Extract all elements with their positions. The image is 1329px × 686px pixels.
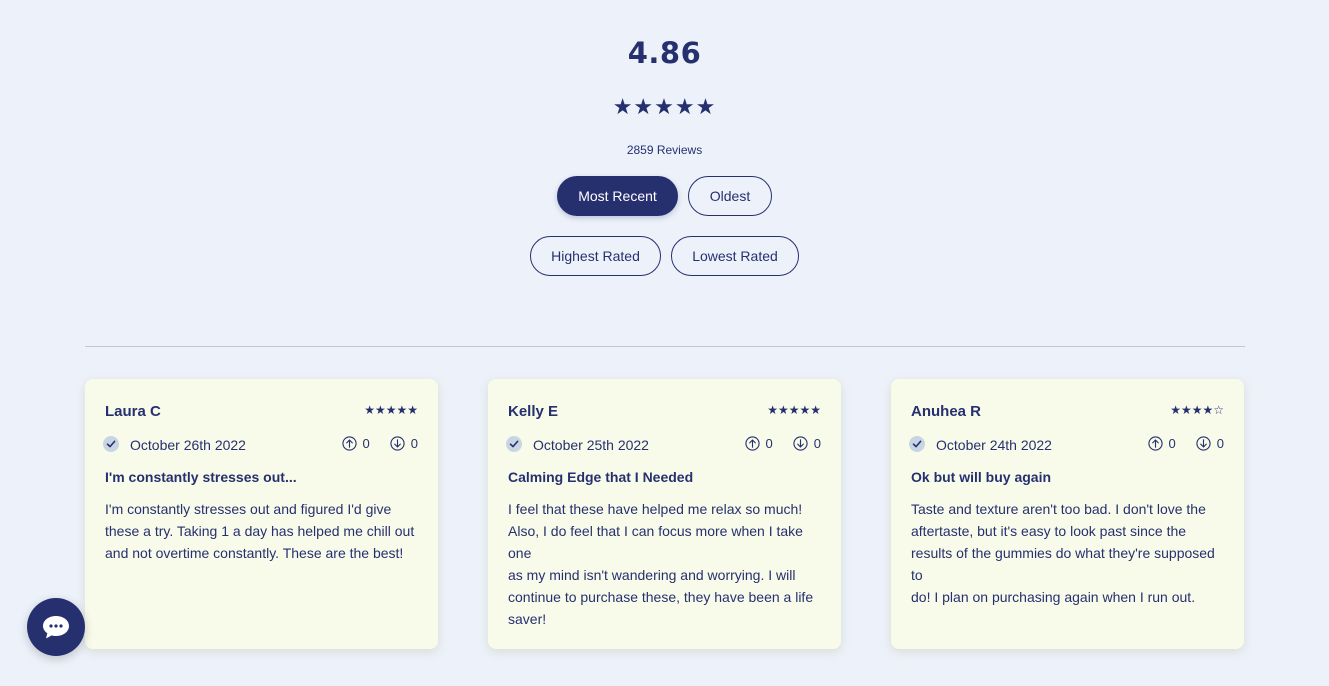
upvote-count: 0 (765, 436, 773, 451)
sort-oldest-button[interactable]: Oldest (688, 176, 772, 216)
review-title: I'm constantly stresses out... (105, 469, 297, 485)
sort-lowest-rated-button[interactable]: Lowest Rated (671, 236, 799, 276)
review-date: October 26th 2022 (130, 437, 246, 453)
downvote-button[interactable]: 0 (390, 436, 418, 451)
review-title: Ok but will buy again (911, 469, 1052, 485)
review-count: 2859 Reviews (626, 143, 703, 157)
review-paragraph: I feel that these have helped me relax s… (508, 501, 803, 561)
section-divider (85, 346, 1245, 347)
review-paragraph: as my mind isn't wandering and worrying.… (508, 567, 814, 627)
downvote-count: 0 (410, 436, 418, 451)
upvote-button[interactable]: 0 (744, 436, 773, 451)
average-rating: 4.86 (627, 36, 702, 70)
upvote-button[interactable]: 0 (1147, 436, 1176, 451)
review-votes: 0 0 (744, 436, 821, 451)
review-votes: 0 0 (341, 436, 418, 451)
review-body: I'm constantly stresses out and figured … (105, 498, 423, 564)
average-stars: ★★★★★ (612, 95, 717, 120)
downvote-count: 0 (1216, 436, 1224, 451)
review-votes: 0 0 (1147, 436, 1224, 451)
review-date: October 24th 2022 (936, 437, 1052, 453)
review-date: October 25th 2022 (533, 437, 649, 453)
chat-button[interactable] (27, 598, 85, 656)
review-stars: ★★★★☆ (1170, 403, 1224, 417)
sort-most-recent-button[interactable]: Most Recent (557, 176, 678, 216)
upvote-icon (744, 436, 760, 451)
upvote-icon (341, 436, 357, 451)
downvote-icon (1196, 436, 1211, 451)
review-title: Calming Edge that I Needed (508, 469, 694, 485)
verified-check-icon (909, 436, 925, 452)
review-paragraph: do! I plan on purchasing again when I ru… (911, 589, 1196, 605)
reviewer-name: Kelly E (508, 403, 559, 420)
review-paragraph: I'm constantly stresses out and figured … (105, 501, 415, 561)
reviewer-name: Laura C (105, 403, 161, 420)
chat-icon (43, 616, 69, 639)
upvote-button[interactable]: 0 (341, 436, 370, 451)
review-stars: ★★★★★ (364, 403, 418, 417)
upvote-icon (1147, 436, 1163, 451)
downvote-button[interactable]: 0 (793, 436, 821, 451)
reviewer-name: Anuhea R (911, 403, 982, 420)
downvote-count: 0 (813, 436, 821, 451)
review-stars: ★★★★★ (767, 403, 821, 417)
review-body: Taste and texture aren't too bad. I don'… (911, 498, 1229, 608)
upvote-count: 0 (362, 436, 370, 451)
review-paragraph: Taste and texture aren't too bad. I don'… (911, 501, 1215, 583)
upvote-count: 0 (1168, 436, 1176, 451)
downvote-icon (793, 436, 808, 451)
downvote-icon (390, 436, 405, 451)
review-card: Laura C ★★★★★ October 26th 2022 0 0 I'm … (85, 379, 438, 649)
review-body: I feel that these have helped me relax s… (508, 498, 826, 630)
review-card: Anuhea R ★★★★☆ October 24th 2022 0 0 Ok … (891, 379, 1244, 649)
verified-check-icon (506, 436, 522, 452)
verified-check-icon (103, 436, 119, 452)
downvote-button[interactable]: 0 (1196, 436, 1224, 451)
sort-highest-rated-button[interactable]: Highest Rated (530, 236, 661, 276)
review-card: Kelly E ★★★★★ October 25th 2022 0 0 Calm… (488, 379, 841, 649)
